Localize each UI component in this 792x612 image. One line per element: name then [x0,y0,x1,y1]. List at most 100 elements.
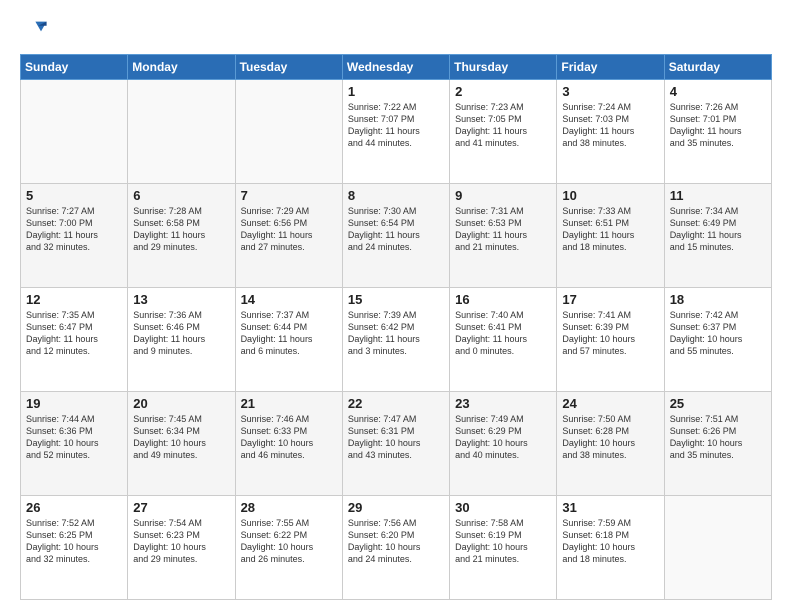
logo [20,16,52,44]
day-number: 17 [562,292,658,307]
day-info: Sunrise: 7:26 AM Sunset: 7:01 PM Dayligh… [670,101,766,150]
calendar-cell: 11 Sunrise: 7:34 AM Sunset: 6:49 PM Dayli… [664,184,771,288]
calendar-header-thursday: Thursday [450,55,557,80]
day-info: Sunrise: 7:59 AM Sunset: 6:18 PM Dayligh… [562,517,658,566]
calendar-cell: 1 Sunrise: 7:22 AM Sunset: 7:07 PM Daylig… [342,80,449,184]
calendar-cell: 9 Sunrise: 7:31 AM Sunset: 6:53 PM Daylig… [450,184,557,288]
day-info: Sunrise: 7:50 AM Sunset: 6:28 PM Dayligh… [562,413,658,462]
calendar-cell: 24Sunrise: 7:50 AM Sunset: 6:28 PM Dayli… [557,392,664,496]
day-info: Sunrise: 7:56 AM Sunset: 6:20 PM Dayligh… [348,517,444,566]
day-number: 26 [26,500,122,515]
day-info: Sunrise: 7:41 AM Sunset: 6:39 PM Dayligh… [562,309,658,358]
calendar-cell: 29 Sunrise: 7:56 AM Sunset: 6:20 PM Dayli… [342,496,449,600]
calendar-header-wednesday: Wednesday [342,55,449,80]
day-info: Sunrise: 7:27 AM Sunset: 7:00 PM Dayligh… [26,205,122,254]
day-number: 9 [455,188,551,203]
calendar-header-saturday: Saturday [664,55,771,80]
day-number: 23 [455,396,551,411]
calendar-header-monday: Monday [128,55,235,80]
day-info: Sunrise: 7:40 AM Sunset: 6:41 PM Dayligh… [455,309,551,358]
calendar-cell: 22 Sunrise: 7:47 AM Sunset: 6:31 PM Dayli… [342,392,449,496]
day-info: Sunrise: 7:55 AM Sunset: 6:22 PM Dayligh… [241,517,337,566]
day-number: 28 [241,500,337,515]
day-info: Sunrise: 7:22 AM Sunset: 7:07 PM Dayligh… [348,101,444,150]
calendar-table: SundayMondayTuesdayWednesdayThursdayFrid… [20,54,772,600]
day-number: 10 [562,188,658,203]
calendar-header-sunday: Sunday [21,55,128,80]
calendar-cell: 21 Sunrise: 7:46 AM Sunset: 6:33 PM Dayli… [235,392,342,496]
calendar-header-tuesday: Tuesday [235,55,342,80]
calendar-header-row: SundayMondayTuesdayWednesdayThursdayFrid… [21,55,772,80]
calendar-cell: 16Sunrise: 7:40 AM Sunset: 6:41 PM Dayli… [450,288,557,392]
calendar-week-5: 26 Sunrise: 7:52 AM Sunset: 6:25 PM Dayli… [21,496,772,600]
calendar-cell [21,80,128,184]
calendar-cell: 5Sunrise: 7:27 AM Sunset: 7:00 PM Daylig… [21,184,128,288]
calendar-cell: 8 Sunrise: 7:30 AM Sunset: 6:54 PM Daylig… [342,184,449,288]
day-number: 8 [348,188,444,203]
day-info: Sunrise: 7:33 AM Sunset: 6:51 PM Dayligh… [562,205,658,254]
day-number: 2 [455,84,551,99]
calendar-cell: 15 Sunrise: 7:39 AM Sunset: 6:42 PM Dayli… [342,288,449,392]
day-info: Sunrise: 7:58 AM Sunset: 6:19 PM Dayligh… [455,517,551,566]
day-info: Sunrise: 7:29 AM Sunset: 6:56 PM Dayligh… [241,205,337,254]
day-number: 18 [670,292,766,307]
calendar-cell: 28 Sunrise: 7:55 AM Sunset: 6:22 PM Dayli… [235,496,342,600]
calendar-cell: 26 Sunrise: 7:52 AM Sunset: 6:25 PM Dayli… [21,496,128,600]
calendar-week-2: 5Sunrise: 7:27 AM Sunset: 7:00 PM Daylig… [21,184,772,288]
page: SundayMondayTuesdayWednesdayThursdayFrid… [0,0,792,612]
day-number: 25 [670,396,766,411]
calendar-cell: 25Sunrise: 7:51 AM Sunset: 6:26 PM Dayli… [664,392,771,496]
day-info: Sunrise: 7:37 AM Sunset: 6:44 PM Dayligh… [241,309,337,358]
day-info: Sunrise: 7:42 AM Sunset: 6:37 PM Dayligh… [670,309,766,358]
calendar-cell: 2 Sunrise: 7:23 AM Sunset: 7:05 PM Daylig… [450,80,557,184]
day-info: Sunrise: 7:45 AM Sunset: 6:34 PM Dayligh… [133,413,229,462]
day-info: Sunrise: 7:39 AM Sunset: 6:42 PM Dayligh… [348,309,444,358]
day-number: 29 [348,500,444,515]
calendar-cell: 17 Sunrise: 7:41 AM Sunset: 6:39 PM Dayli… [557,288,664,392]
day-info: Sunrise: 7:47 AM Sunset: 6:31 PM Dayligh… [348,413,444,462]
day-info: Sunrise: 7:31 AM Sunset: 6:53 PM Dayligh… [455,205,551,254]
day-number: 7 [241,188,337,203]
day-number: 21 [241,396,337,411]
day-info: Sunrise: 7:34 AM Sunset: 6:49 PM Dayligh… [670,205,766,254]
calendar-cell: 14Sunrise: 7:37 AM Sunset: 6:44 PM Dayli… [235,288,342,392]
day-number: 11 [670,188,766,203]
day-info: Sunrise: 7:24 AM Sunset: 7:03 PM Dayligh… [562,101,658,150]
day-number: 3 [562,84,658,99]
day-info: Sunrise: 7:36 AM Sunset: 6:46 PM Dayligh… [133,309,229,358]
calendar-cell: 31 Sunrise: 7:59 AM Sunset: 6:18 PM Dayli… [557,496,664,600]
calendar-cell [664,496,771,600]
calendar-week-1: 1 Sunrise: 7:22 AM Sunset: 7:07 PM Daylig… [21,80,772,184]
day-info: Sunrise: 7:30 AM Sunset: 6:54 PM Dayligh… [348,205,444,254]
day-number: 31 [562,500,658,515]
logo-icon [20,16,48,44]
day-info: Sunrise: 7:35 AM Sunset: 6:47 PM Dayligh… [26,309,122,358]
day-number: 22 [348,396,444,411]
calendar-week-3: 12 Sunrise: 7:35 AM Sunset: 6:47 PM Dayli… [21,288,772,392]
day-info: Sunrise: 7:54 AM Sunset: 6:23 PM Dayligh… [133,517,229,566]
calendar-cell: 13 Sunrise: 7:36 AM Sunset: 6:46 PM Dayli… [128,288,235,392]
day-info: Sunrise: 7:23 AM Sunset: 7:05 PM Dayligh… [455,101,551,150]
day-number: 6 [133,188,229,203]
day-number: 19 [26,396,122,411]
calendar-cell: 10 Sunrise: 7:33 AM Sunset: 6:51 PM Dayli… [557,184,664,288]
calendar-header-friday: Friday [557,55,664,80]
calendar-cell [128,80,235,184]
day-number: 4 [670,84,766,99]
day-number: 1 [348,84,444,99]
calendar-week-4: 19 Sunrise: 7:44 AM Sunset: 6:36 PM Dayli… [21,392,772,496]
calendar-cell: 18 Sunrise: 7:42 AM Sunset: 6:37 PM Dayli… [664,288,771,392]
day-info: Sunrise: 7:28 AM Sunset: 6:58 PM Dayligh… [133,205,229,254]
day-info: Sunrise: 7:52 AM Sunset: 6:25 PM Dayligh… [26,517,122,566]
calendar-cell: 19 Sunrise: 7:44 AM Sunset: 6:36 PM Dayli… [21,392,128,496]
calendar-cell: 7 Sunrise: 7:29 AM Sunset: 6:56 PM Daylig… [235,184,342,288]
day-number: 13 [133,292,229,307]
day-info: Sunrise: 7:46 AM Sunset: 6:33 PM Dayligh… [241,413,337,462]
day-number: 27 [133,500,229,515]
day-info: Sunrise: 7:49 AM Sunset: 6:29 PM Dayligh… [455,413,551,462]
day-info: Sunrise: 7:44 AM Sunset: 6:36 PM Dayligh… [26,413,122,462]
day-number: 12 [26,292,122,307]
calendar-cell: 20Sunrise: 7:45 AM Sunset: 6:34 PM Dayli… [128,392,235,496]
calendar-cell: 3 Sunrise: 7:24 AM Sunset: 7:03 PM Daylig… [557,80,664,184]
day-number: 15 [348,292,444,307]
